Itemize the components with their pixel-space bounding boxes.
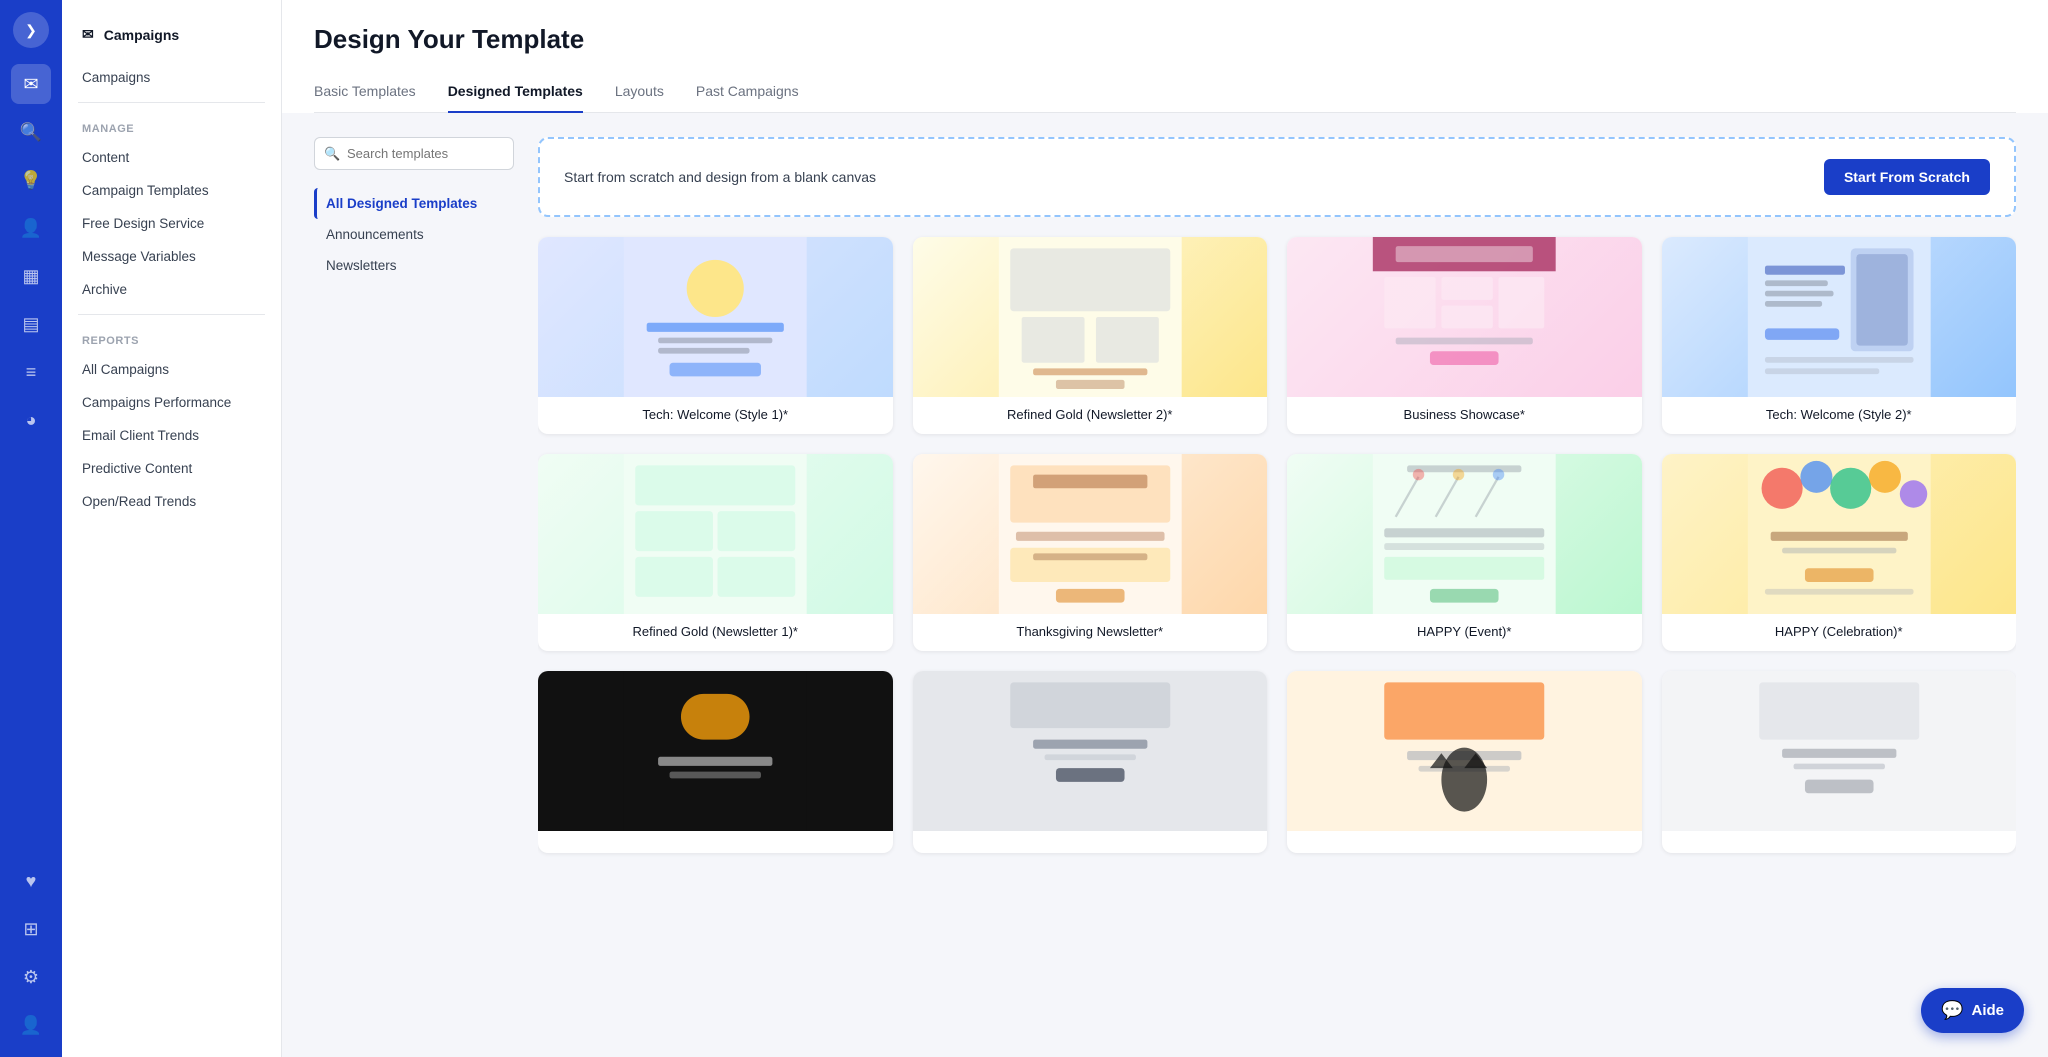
template-name-11 bbox=[1287, 831, 1642, 853]
left-panel: 🔍 All Designed Templates Announcements N… bbox=[314, 137, 514, 1033]
sidebar-item-content[interactable]: Content bbox=[62, 141, 281, 174]
template-name-8: HAPPY (Celebration)* bbox=[1662, 614, 2017, 651]
template-card-5[interactable]: Refined Gold (Newsletter 1)* bbox=[538, 454, 893, 651]
template-card-3[interactable]: Business Showcase* bbox=[1287, 237, 1642, 434]
template-preview-10 bbox=[913, 671, 1268, 831]
filter-all-designed[interactable]: All Designed Templates bbox=[314, 188, 514, 219]
main-content: Design Your Template Basic Templates Des… bbox=[282, 0, 2048, 1057]
grid-plus-icon[interactable]: ⊞ bbox=[11, 909, 51, 949]
template-card-8[interactable]: HAPPY (Celebration)* bbox=[1662, 454, 2017, 651]
tab-designed-templates[interactable]: Designed Templates bbox=[448, 73, 583, 113]
template-grid: Tech: Welcome (Style 1)* Refined bbox=[538, 237, 2016, 853]
manage-section-label: MANAGE bbox=[62, 111, 281, 141]
template-name-2: Refined Gold (Newsletter 2)* bbox=[913, 397, 1268, 434]
template-preview-2 bbox=[913, 237, 1268, 397]
search-wrapper: 🔍 bbox=[314, 137, 514, 170]
sidebar-item-campaigns-performance[interactable]: Campaigns Performance bbox=[62, 386, 281, 419]
template-card-9[interactable] bbox=[538, 671, 893, 853]
template-preview-6 bbox=[913, 454, 1268, 614]
tab-basic-templates[interactable]: Basic Templates bbox=[314, 73, 416, 113]
sidebar-item-message-variables[interactable]: Message Variables bbox=[62, 240, 281, 273]
tab-past-campaigns[interactable]: Past Campaigns bbox=[696, 73, 799, 113]
filter-newsletters[interactable]: Newsletters bbox=[314, 250, 514, 281]
page-header: Design Your Template Basic Templates Des… bbox=[282, 0, 2048, 113]
sidebar-item-campaigns[interactable]: Campaigns bbox=[62, 61, 281, 94]
sidebar-item-campaign-templates[interactable]: Campaign Templates bbox=[62, 174, 281, 207]
template-preview-4 bbox=[1662, 237, 2017, 397]
divider-manage bbox=[78, 102, 265, 103]
template-card-7[interactable]: HAPPY (Event)* bbox=[1287, 454, 1642, 651]
gear-icon[interactable]: ⚙ bbox=[11, 957, 51, 997]
mail-icon[interactable]: ✉ bbox=[11, 64, 51, 104]
right-panel: Start from scratch and design from a bla… bbox=[538, 137, 2016, 1033]
sidebar-item-email-client-trends[interactable]: Email Client Trends bbox=[62, 419, 281, 452]
template-preview-8 bbox=[1662, 454, 2017, 614]
search-icon: 🔍 bbox=[324, 146, 340, 162]
template-preview-9 bbox=[538, 671, 893, 831]
template-preview-12 bbox=[1662, 671, 2017, 831]
template-preview-11 bbox=[1287, 671, 1642, 831]
template-card-2[interactable]: Refined Gold (Newsletter 2)* bbox=[913, 237, 1268, 434]
scratch-banner: Start from scratch and design from a bla… bbox=[538, 137, 2016, 217]
template-preview-5 bbox=[538, 454, 893, 614]
template-card-11[interactable] bbox=[1287, 671, 1642, 853]
bulb-icon[interactable]: 💡 bbox=[11, 160, 51, 200]
dashboard-icon[interactable]: ▦ bbox=[11, 256, 51, 296]
aide-icon: 💬 bbox=[1941, 1000, 1963, 1021]
content-area: 🔍 All Designed Templates Announcements N… bbox=[282, 113, 2048, 1057]
template-name-12 bbox=[1662, 831, 2017, 853]
scratch-banner-text: Start from scratch and design from a bla… bbox=[564, 169, 876, 185]
user-icon[interactable]: 👤 bbox=[11, 208, 51, 248]
page-title: Design Your Template bbox=[314, 24, 2016, 55]
search-icon-nav[interactable]: 🔍 bbox=[11, 112, 51, 152]
template-name-1: Tech: Welcome (Style 1)* bbox=[538, 397, 893, 434]
campaigns-header: ✉ Campaigns bbox=[62, 16, 281, 53]
reports-section-label: REPORTS bbox=[62, 323, 281, 353]
template-name-6: Thanksgiving Newsletter* bbox=[913, 614, 1268, 651]
sidebar-item-all-campaigns[interactable]: All Campaigns bbox=[62, 353, 281, 386]
template-card-6[interactable]: Thanksgiving Newsletter* bbox=[913, 454, 1268, 651]
collapse-button[interactable]: ❯ bbox=[13, 12, 49, 48]
aide-button[interactable]: 💬 Aide bbox=[1921, 988, 2024, 1033]
pie-icon[interactable]: ◕ bbox=[11, 400, 51, 440]
divider-reports bbox=[78, 314, 265, 315]
icon-sidebar: ❯ ✉ 🔍 💡 👤 ▦ ▤ ≡ ◕ ♥ ⊞ ⚙ 👤 bbox=[0, 0, 62, 1057]
start-from-scratch-button[interactable]: Start From Scratch bbox=[1824, 159, 1990, 195]
template-name-10 bbox=[913, 831, 1268, 853]
template-name-9 bbox=[538, 831, 893, 853]
template-preview-1 bbox=[538, 237, 893, 397]
list-icon[interactable]: ≡ bbox=[11, 352, 51, 392]
nav-sidebar: ✉ Campaigns Campaigns MANAGE Content Cam… bbox=[62, 0, 282, 1057]
template-card-12[interactable] bbox=[1662, 671, 2017, 853]
filter-announcements[interactable]: Announcements bbox=[314, 219, 514, 250]
template-name-4: Tech: Welcome (Style 2)* bbox=[1662, 397, 2017, 434]
sidebar-item-open-read-trends[interactable]: Open/Read Trends bbox=[62, 485, 281, 518]
tab-layouts[interactable]: Layouts bbox=[615, 73, 664, 113]
template-card-4[interactable]: Tech: Welcome (Style 2)* bbox=[1662, 237, 2017, 434]
template-preview-7 bbox=[1287, 454, 1642, 614]
search-input[interactable] bbox=[314, 137, 514, 170]
template-preview-3 bbox=[1287, 237, 1642, 397]
heart-icon[interactable]: ♥ bbox=[11, 861, 51, 901]
template-name-5: Refined Gold (Newsletter 1)* bbox=[538, 614, 893, 651]
mail-icon-nav: ✉ bbox=[82, 26, 94, 43]
sidebar-item-predictive-content[interactable]: Predictive Content bbox=[62, 452, 281, 485]
tab-bar: Basic Templates Designed Templates Layou… bbox=[314, 73, 2016, 113]
template-card-1[interactable]: Tech: Welcome (Style 1)* bbox=[538, 237, 893, 434]
avatar-icon[interactable]: 👤 bbox=[11, 1005, 51, 1045]
sidebar-item-free-design[interactable]: Free Design Service bbox=[62, 207, 281, 240]
template-card-10[interactable] bbox=[913, 671, 1268, 853]
template-name-3: Business Showcase* bbox=[1287, 397, 1642, 434]
template-name-7: HAPPY (Event)* bbox=[1287, 614, 1642, 651]
chart-bar-icon[interactable]: ▤ bbox=[11, 304, 51, 344]
sidebar-item-archive[interactable]: Archive bbox=[62, 273, 281, 306]
